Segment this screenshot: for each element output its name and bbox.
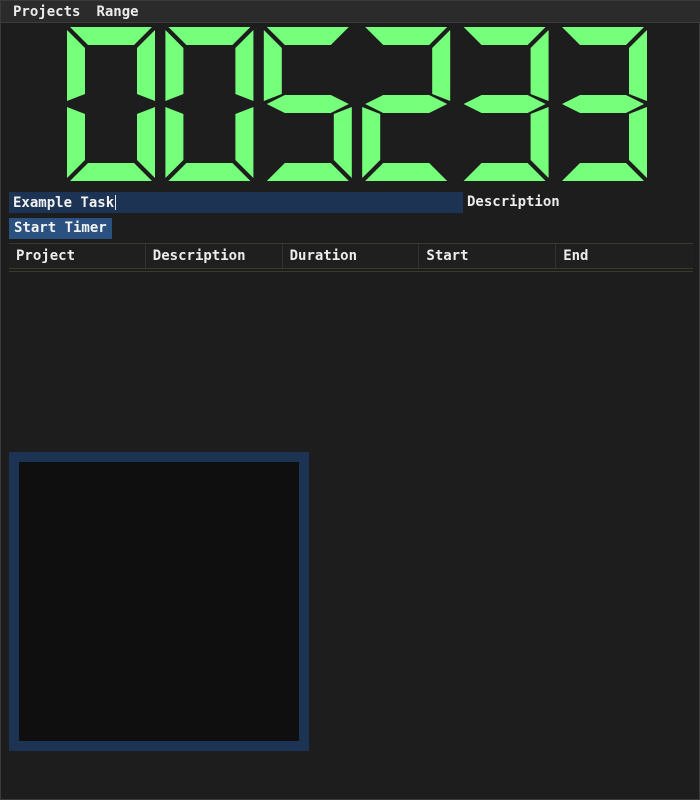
clock-digit-4 bbox=[362, 27, 451, 181]
column-header-end[interactable]: End bbox=[556, 244, 693, 268]
text-caret bbox=[115, 195, 117, 210]
clock-segment bbox=[562, 95, 644, 113]
clock-segment bbox=[333, 107, 352, 178]
clock-segment bbox=[463, 27, 546, 45]
clock-segment bbox=[562, 163, 644, 181]
seven-segment-clock bbox=[67, 27, 647, 181]
clock-segment bbox=[137, 30, 155, 101]
start-timer-button[interactable]: Start Timer bbox=[9, 218, 112, 239]
elapsed-time-display bbox=[67, 27, 647, 181]
clock-segment bbox=[629, 107, 647, 178]
task-description-input[interactable]: Example Task bbox=[9, 192, 463, 213]
table-divider bbox=[9, 271, 693, 272]
app-window: Projects Range Example Task Description … bbox=[0, 0, 700, 800]
clock-segment bbox=[263, 30, 282, 101]
clock-segment bbox=[463, 163, 546, 181]
column-header-start[interactable]: Start bbox=[419, 244, 557, 268]
clock-segment bbox=[70, 27, 152, 45]
clock-segment bbox=[235, 107, 254, 178]
task-description-value: Example Task bbox=[13, 194, 115, 211]
menu-bar: Projects Range bbox=[1, 1, 700, 23]
clock-segment bbox=[530, 30, 549, 101]
clock-segment bbox=[168, 163, 251, 181]
clock-segment bbox=[432, 30, 451, 101]
table-header: Project Description Duration Start End bbox=[9, 243, 693, 269]
clock-segment bbox=[165, 107, 184, 178]
chart-canvas bbox=[19, 462, 299, 741]
clock-segment bbox=[362, 107, 381, 178]
menu-range[interactable]: Range bbox=[88, 1, 146, 23]
time-entries-table: Project Description Duration Start End bbox=[9, 243, 693, 272]
clock-segment bbox=[463, 95, 546, 113]
clock-segment bbox=[562, 27, 644, 45]
clock-segment bbox=[266, 163, 349, 181]
column-header-description[interactable]: Description bbox=[146, 244, 283, 268]
clock-digit-6 bbox=[562, 27, 647, 181]
clock-segment bbox=[137, 107, 155, 178]
clock-segment bbox=[165, 30, 184, 101]
clock-segment bbox=[168, 27, 251, 45]
clock-segment bbox=[67, 107, 85, 178]
clock-segment bbox=[530, 107, 549, 178]
clock-segment bbox=[266, 27, 349, 45]
clock-segment bbox=[67, 30, 85, 101]
column-header-duration[interactable]: Duration bbox=[283, 244, 420, 268]
chart-panel[interactable] bbox=[9, 452, 309, 751]
clock-segment bbox=[365, 163, 448, 181]
clock-segment bbox=[365, 95, 448, 113]
clock-segment bbox=[70, 163, 152, 181]
clock-segment bbox=[266, 95, 349, 113]
description-label: Description bbox=[467, 194, 560, 210]
column-header-project[interactable]: Project bbox=[9, 244, 146, 268]
clock-digit-2 bbox=[165, 27, 254, 181]
clock-digit-3 bbox=[263, 27, 352, 181]
clock-digit-5 bbox=[463, 27, 549, 181]
clock-digit-1 bbox=[67, 27, 155, 181]
clock-segment bbox=[365, 27, 448, 45]
clock-segment bbox=[235, 30, 254, 101]
clock-segment bbox=[629, 30, 647, 101]
menu-projects[interactable]: Projects bbox=[5, 1, 88, 23]
